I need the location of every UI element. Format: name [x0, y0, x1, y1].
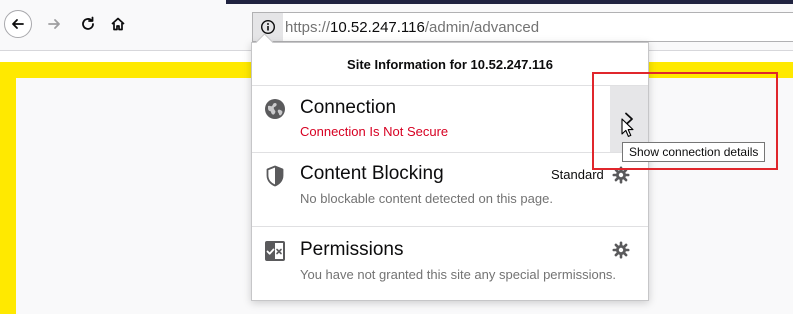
site-info-panel: Site Information for 10.52.247.116 Conne…: [251, 42, 649, 301]
content-blocking-section[interactable]: Content Blocking Standard No blockable c…: [252, 153, 648, 227]
back-arrow-icon: [12, 19, 24, 29]
shield-icon: [264, 165, 286, 187]
url-host: 10.52.247.116: [330, 19, 425, 36]
reload-button[interactable]: [74, 10, 102, 38]
back-button[interactable]: [4, 10, 32, 38]
mouse-cursor-icon: [621, 118, 634, 137]
gear-icon: [612, 241, 630, 259]
url-text[interactable]: https://10.52.247.116/admin/advanced: [285, 19, 539, 36]
connection-details-tooltip: Show connection details: [622, 142, 766, 162]
reload-icon: [82, 16, 94, 30]
permissions-section[interactable]: Permissions You have not granted this si…: [252, 227, 648, 300]
permissions-icon: [264, 240, 286, 262]
content-blocking-description: No blockable content detected on this pa…: [300, 191, 553, 206]
panel-header: Site Information for 10.52.247.116: [252, 43, 648, 86]
forward-button[interactable]: [40, 10, 68, 38]
info-icon: [260, 19, 276, 35]
url-scheme: https://: [285, 19, 331, 36]
content-blocking-title: Content Blocking: [300, 163, 444, 184]
globe-icon: [264, 98, 286, 120]
connection-title: Connection: [300, 97, 397, 118]
url-path: /admin/advanced: [424, 19, 540, 36]
forward-arrow-icon: [48, 19, 60, 29]
connection-status: Connection Is Not Secure: [300, 124, 449, 139]
home-icon: [111, 17, 125, 31]
permissions-description: You have not granted this site any speci…: [300, 267, 617, 282]
connection-section[interactable]: Connection Connection Is Not Secure: [252, 86, 648, 153]
home-button[interactable]: [104, 10, 132, 38]
url-bar[interactable]: https://10.52.247.116/admin/advanced: [252, 12, 793, 42]
permissions-settings-button[interactable]: [612, 241, 630, 259]
title-bar-strip: [226, 0, 793, 4]
permissions-title: Permissions: [300, 239, 404, 260]
